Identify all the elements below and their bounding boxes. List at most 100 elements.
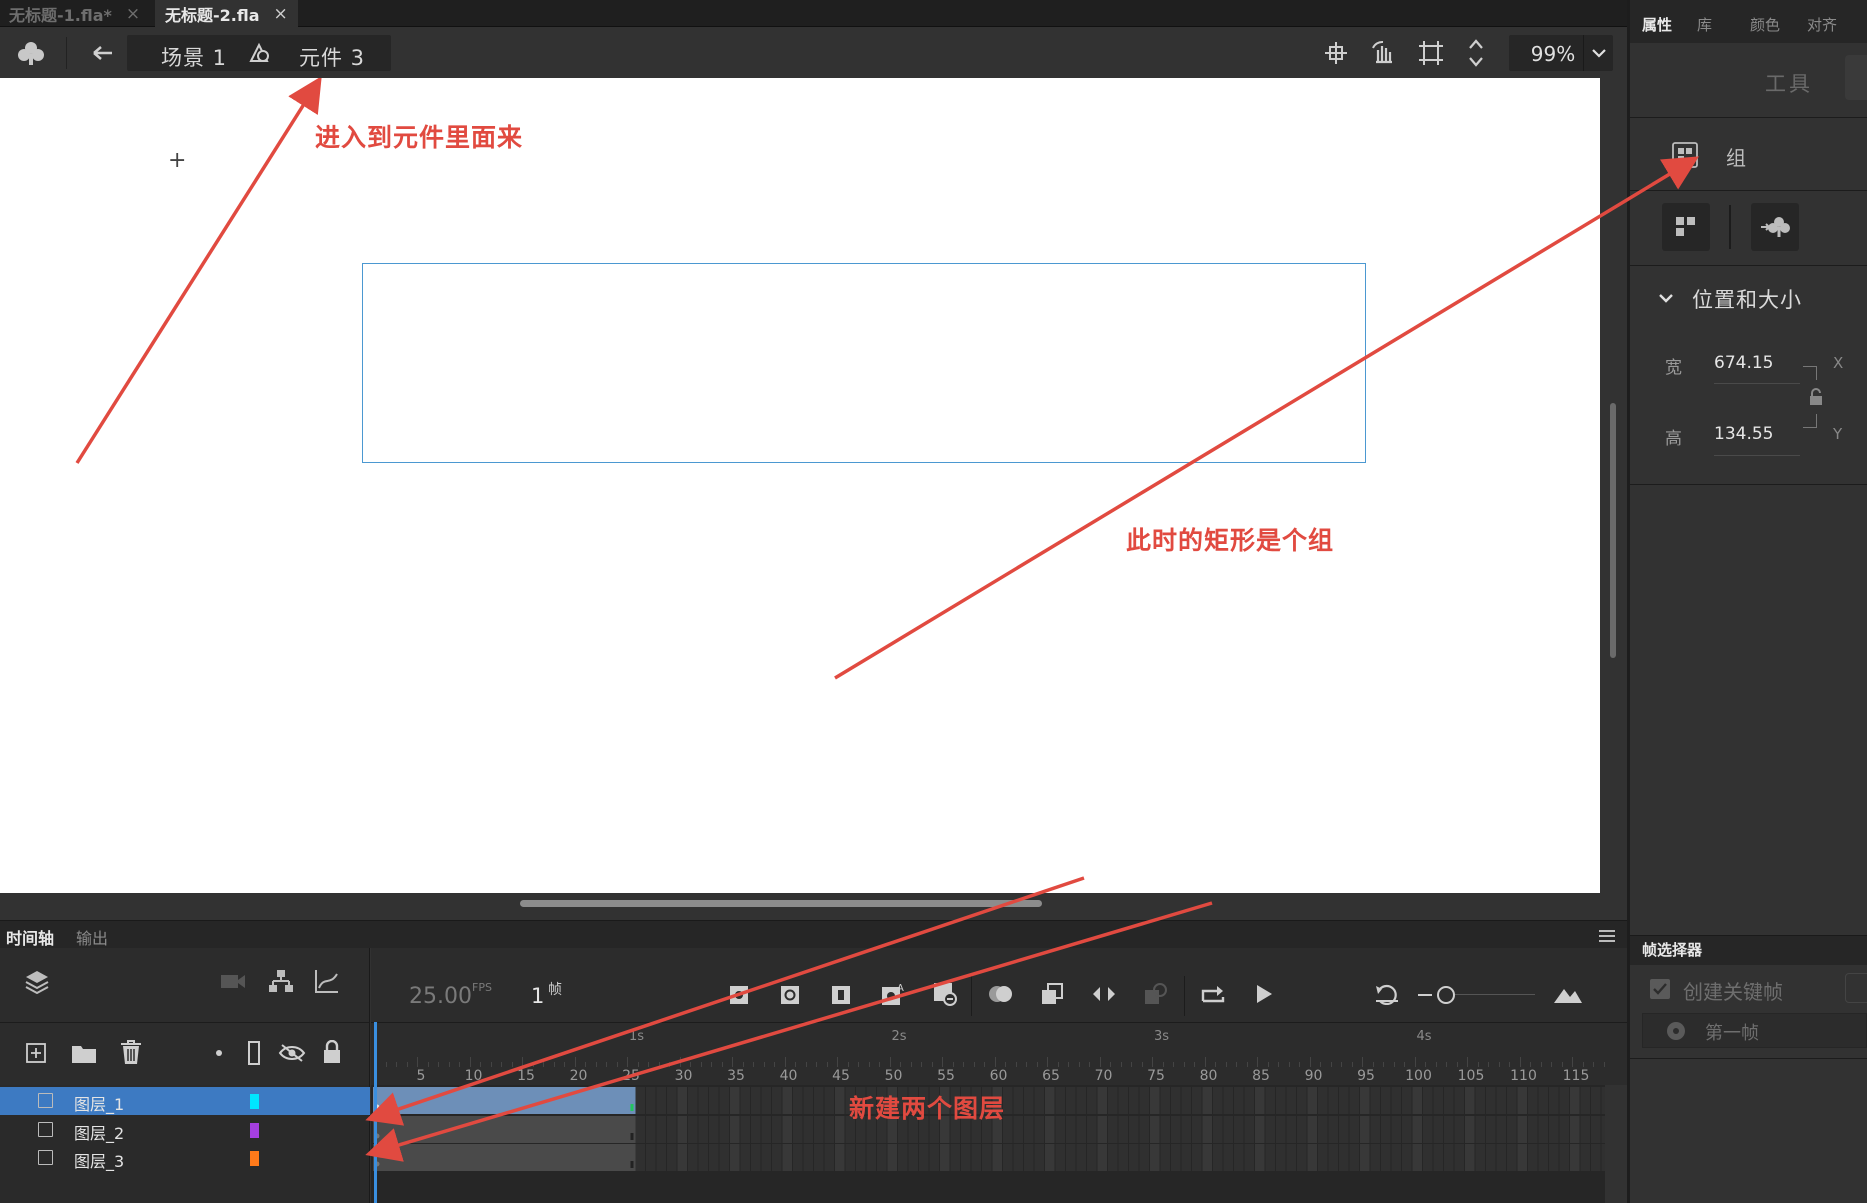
delete-trash-icon[interactable] bbox=[116, 1037, 146, 1067]
doc-tab-untitled-1[interactable]: 无标题-1.fla* × bbox=[9, 0, 140, 27]
frame-cell bbox=[1360, 1087, 1370, 1114]
breadcrumb-scene[interactable]: 场景 1 bbox=[161, 42, 227, 72]
layer-name[interactable]: 图层_1 bbox=[74, 1091, 124, 1115]
onion-skin-icon[interactable] bbox=[984, 978, 1018, 1010]
new-layer-icon[interactable] bbox=[22, 1039, 50, 1067]
frame-cell bbox=[1286, 1144, 1296, 1171]
highlight-dot-icon[interactable] bbox=[216, 1050, 222, 1056]
frame-cell bbox=[667, 1087, 677, 1114]
doc-tab-label: 无标题-2.fla bbox=[165, 5, 260, 25]
layer-name[interactable]: 图层_2 bbox=[74, 1120, 124, 1144]
convert-to-symbol-button[interactable] bbox=[1751, 203, 1799, 251]
fit-stage-icon[interactable] bbox=[1462, 35, 1490, 71]
layer-row-1[interactable]: 图层_1 bbox=[0, 1087, 370, 1115]
tab-align[interactable]: 对齐 bbox=[1807, 14, 1837, 35]
ruler-tick bbox=[1026, 1062, 1027, 1067]
width-value[interactable]: 674.15 bbox=[1714, 353, 1773, 373]
tab-output[interactable]: 输出 bbox=[76, 925, 108, 949]
outline-icon[interactable] bbox=[244, 1039, 264, 1067]
new-folder-icon[interactable] bbox=[68, 1039, 100, 1067]
parenting-icon[interactable] bbox=[264, 964, 298, 998]
frame-cell bbox=[1465, 1116, 1475, 1143]
play-icon[interactable] bbox=[1248, 978, 1280, 1010]
frame-cell bbox=[1370, 1087, 1380, 1114]
layer-color-swatch[interactable] bbox=[250, 1151, 259, 1166]
object-type-label: 组 bbox=[1726, 146, 1746, 170]
fps-value[interactable]: 25.00 bbox=[409, 984, 472, 1009]
timeline-zoom-slider[interactable] bbox=[1437, 986, 1455, 1004]
close-icon[interactable]: × bbox=[126, 4, 140, 24]
panel-menu-icon[interactable] bbox=[1599, 927, 1615, 946]
frame-cell bbox=[1297, 1144, 1307, 1171]
frame-cell bbox=[1454, 1144, 1464, 1171]
doc-tab-untitled-2[interactable]: 无标题-2.fla × bbox=[155, 0, 298, 27]
tab-color[interactable]: 颜色 bbox=[1750, 14, 1780, 35]
layer-color-swatch[interactable] bbox=[250, 1123, 259, 1138]
frame-cell bbox=[1549, 1116, 1559, 1143]
tool-button[interactable] bbox=[1845, 55, 1867, 100]
zoom-dropdown[interactable]: 99% bbox=[1509, 35, 1613, 71]
ruler-tick bbox=[994, 1057, 996, 1067]
section-title-position-size[interactable]: 位置和大小 bbox=[1692, 284, 1802, 314]
layer-row-2[interactable]: 图层_2 bbox=[0, 1116, 370, 1144]
current-frame[interactable]: 1 bbox=[531, 984, 544, 1008]
rotate-hand-icon[interactable] bbox=[1366, 37, 1400, 69]
tab-timeline[interactable]: 时间轴 bbox=[6, 925, 54, 949]
create-keyframe-checkbox[interactable] bbox=[1650, 979, 1670, 999]
frame-cell bbox=[1559, 1116, 1569, 1143]
eye-hidden-icon[interactable] bbox=[276, 1039, 308, 1067]
tab-library[interactable]: 库 bbox=[1697, 14, 1712, 35]
tween-icon[interactable] bbox=[1088, 978, 1120, 1010]
frame-cell bbox=[1255, 1087, 1265, 1114]
chevron-down-icon[interactable] bbox=[1583, 35, 1613, 71]
breadcrumb-symbol[interactable]: 元件 3 bbox=[299, 42, 365, 72]
section-chevron-icon[interactable] bbox=[1656, 288, 1676, 308]
frame-picker-title[interactable]: 帧选择器 bbox=[1642, 939, 1702, 960]
back-arrow-icon[interactable] bbox=[88, 37, 118, 69]
height-value[interactable]: 134.55 bbox=[1714, 424, 1773, 444]
frame-cell bbox=[646, 1116, 656, 1143]
lock-icon[interactable] bbox=[318, 1037, 346, 1067]
insert-frame-icon[interactable] bbox=[826, 980, 856, 1010]
graph-icon[interactable] bbox=[310, 964, 344, 998]
ruler-tick bbox=[1257, 1057, 1258, 1067]
close-icon[interactable]: × bbox=[274, 4, 288, 24]
tab-properties[interactable]: 属性 bbox=[1642, 14, 1672, 35]
create-keyframe-label[interactable]: 创建关键帧 bbox=[1683, 976, 1783, 1005]
vertical-scrollbar[interactable] bbox=[1610, 403, 1616, 658]
horizontal-scrollbar[interactable] bbox=[520, 900, 1042, 907]
camera-icon[interactable] bbox=[218, 966, 248, 996]
ungroup-button[interactable] bbox=[1662, 203, 1710, 251]
layers-icon[interactable] bbox=[20, 964, 54, 998]
tool-label[interactable]: 工具 bbox=[1765, 68, 1813, 98]
layer-name[interactable]: 图层_3 bbox=[74, 1148, 124, 1172]
first-frame-label[interactable]: 第一帧 bbox=[1705, 1019, 1759, 1045]
frame-ruler[interactable]: 5 10 15 20 25 30 35 40 45 50 55 60 65 70 75 80 85 90 95 100… bbox=[371, 1022, 1627, 1085]
frame-cell bbox=[698, 1144, 708, 1171]
zoom-mountain-icon[interactable] bbox=[1551, 978, 1585, 1010]
ruler-tick bbox=[1540, 1062, 1542, 1067]
zoom-out-minus[interactable] bbox=[1418, 994, 1432, 996]
lock-aspect-icon[interactable] bbox=[1803, 384, 1829, 410]
auto-keyframe-icon[interactable]: A bbox=[877, 978, 909, 1010]
playhead[interactable] bbox=[374, 1022, 377, 1203]
ruler-tick bbox=[648, 1062, 649, 1067]
frame-picker-option[interactable] bbox=[1845, 973, 1867, 1003]
edit-multiple-frames-icon[interactable] bbox=[1036, 978, 1068, 1010]
center-playhead-icon[interactable] bbox=[1371, 978, 1403, 1010]
ruler-tick bbox=[1425, 1062, 1426, 1067]
loop-icon[interactable] bbox=[1196, 978, 1230, 1010]
insert-blank-keyframe-icon[interactable] bbox=[775, 980, 805, 1010]
clear-keyframe-icon[interactable] bbox=[929, 978, 961, 1010]
clip-stage-icon[interactable] bbox=[1414, 37, 1448, 69]
symbol-clubs-icon[interactable] bbox=[14, 37, 48, 69]
layer-color-swatch[interactable] bbox=[250, 1094, 259, 1109]
center-stage-icon[interactable] bbox=[1320, 37, 1352, 69]
frame-cell bbox=[1066, 1116, 1076, 1143]
layer-row-3[interactable]: 图层_3 bbox=[0, 1144, 370, 1172]
frame-cell bbox=[835, 1144, 845, 1171]
insert-keyframe-icon[interactable] bbox=[724, 980, 754, 1010]
ruler-label: 10 bbox=[464, 1068, 483, 1084]
stage-canvas[interactable]: + 进入到元件里面来 此时的矩形是个组 bbox=[0, 78, 1600, 893]
ruler-tick bbox=[396, 1062, 397, 1067]
